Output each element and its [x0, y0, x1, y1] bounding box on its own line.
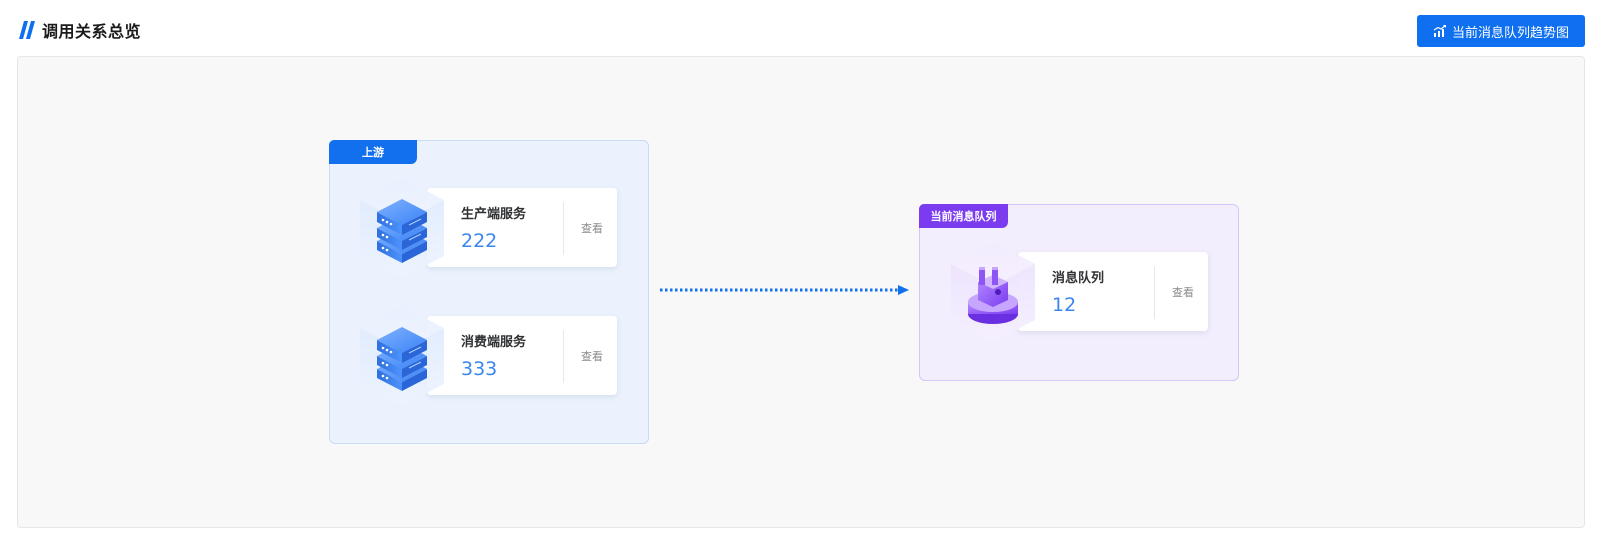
consumer-service-card: 消费端服务 333 查看 — [427, 316, 617, 395]
consumer-service-name: 消费端服务 — [461, 335, 527, 350]
page-header: 调用关系总览 当前消息队列趋势图 — [0, 0, 1602, 58]
message-queue-group: 当前消息队列 消息队列 12 查看 — [919, 204, 1239, 381]
call-relation-canvas: 上游 生产端服务 222 查看 消费端服务 333 查看 当前消息队列 消息队列… — [17, 56, 1585, 528]
queue-trend-button[interactable]: 当前消息队列趋势图 — [1417, 15, 1585, 47]
server-stack-icon — [360, 306, 444, 406]
consumer-service-item: 消费端服务 333 查看 — [357, 306, 657, 406]
message-queue-card: 消息队列 12 查看 — [1018, 252, 1208, 331]
producer-view-link[interactable]: 查看 — [567, 188, 617, 267]
message-queue-view-link[interactable]: 查看 — [1158, 252, 1208, 331]
producer-service-name: 生产端服务 — [461, 207, 527, 222]
double-slash-icon — [19, 21, 35, 39]
server-stack-icon — [360, 178, 444, 278]
message-queue-icon — [951, 242, 1035, 342]
message-queue-count: 12 — [1052, 294, 1077, 316]
producer-service-card: 生产端服务 222 查看 — [427, 188, 617, 267]
dotted-arrow-icon — [660, 285, 909, 295]
page-title: 调用关系总览 — [42, 22, 142, 41]
message-queue-name: 消息队列 — [1052, 271, 1105, 286]
producer-service-count: 222 — [461, 230, 498, 252]
upstream-tag: 上游 — [329, 140, 417, 164]
card-divider — [563, 202, 564, 255]
producer-service-item: 生产端服务 222 查看 — [357, 178, 657, 278]
message-queue-item: 消息队列 12 查看 — [948, 242, 1248, 342]
card-divider — [563, 330, 564, 383]
upstream-group: 上游 生产端服务 222 查看 消费端服务 333 查看 — [329, 140, 649, 444]
message-queue-tag: 当前消息队列 — [919, 204, 1008, 228]
section-title: 调用关系总览 — [19, 18, 141, 42]
consumer-view-link[interactable]: 查看 — [567, 316, 617, 395]
consumer-service-count: 333 — [461, 358, 498, 380]
trend-chart-icon — [1433, 25, 1446, 37]
queue-trend-button-label: 当前消息队列趋势图 — [1451, 25, 1569, 41]
card-divider — [1154, 266, 1155, 319]
